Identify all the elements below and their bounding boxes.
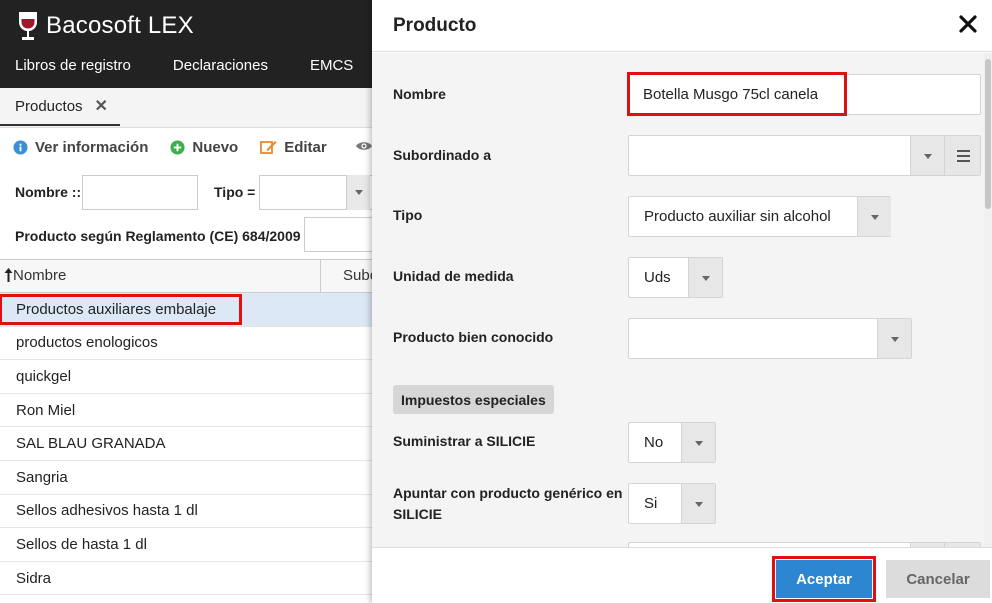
dialog-scrollbar[interactable] <box>984 53 992 547</box>
grid-header: Nombre Subo <box>0 259 378 293</box>
aceptar-button[interactable]: Aceptar <box>772 556 876 602</box>
subordinado-label: Subordinado a <box>393 147 491 163</box>
sort-up-arrow-icon <box>4 268 13 282</box>
row-label: quickgel <box>16 367 72 385</box>
table-row[interactable]: SAL BLAU GRANADA <box>0 427 372 461</box>
nombre-value: Botella Musgo 75cl canela <box>643 85 819 103</box>
brand[interactable]: Bacosoft LEX <box>16 10 194 42</box>
table-row[interactable]: Ron Miel <box>0 394 372 428</box>
unidad-value: Uds <box>644 269 671 286</box>
silicie-select[interactable]: No <box>628 422 716 463</box>
dialog-title: Producto <box>393 15 477 36</box>
table-row[interactable]: Productos auxiliares embalaje <box>0 293 372 327</box>
tab-bar: Productos ✕ <box>0 88 372 128</box>
tipo-label: Tipo <box>393 207 423 223</box>
nombre-label: Nombre <box>393 86 446 102</box>
cancelar-button[interactable]: Cancelar <box>886 560 990 598</box>
generico-label: Apuntar con producto genérico en SILICIE <box>393 485 623 522</box>
plus-icon <box>170 139 185 155</box>
nuevo-label: Nuevo <box>192 138 239 156</box>
nav-declaraciones[interactable]: Declaraciones <box>173 57 268 74</box>
silicie-label: Suministrar a SILICIE <box>393 433 536 449</box>
producto-dialog: Producto Nombre Botella Musgo 75cl canel… <box>372 0 992 603</box>
ver-informacion-button[interactable]: Ver información <box>13 139 148 156</box>
nav-emcs[interactable]: EMCS <box>310 57 353 74</box>
column-nombre[interactable]: Nombre <box>4 267 66 284</box>
hamburger-menu-icon[interactable] <box>944 136 980 175</box>
scrollbar-thumb[interactable] <box>985 59 991 209</box>
column-nombre-label: Nombre <box>13 267 67 284</box>
unidad-label: Unidad de medida <box>393 268 514 284</box>
column-subordinado[interactable]: Subo <box>320 260 378 293</box>
table-row[interactable]: productos enologicos <box>0 327 372 361</box>
nuevo-button[interactable]: Nuevo <box>170 139 238 156</box>
unidad-select[interactable]: Uds <box>628 257 723 298</box>
nav-libros-de-registro[interactable]: Libros de registro <box>15 57 131 74</box>
row-label: Productos auxiliares embalaje <box>0 293 243 325</box>
bien-conocido-select[interactable] <box>628 318 912 359</box>
wine-glass-logo-icon <box>19 12 37 40</box>
table-row[interactable]: Sangria <box>0 461 372 495</box>
filter-tipo-select[interactable] <box>259 175 379 210</box>
top-bar: Bacosoft LEX Libros de registro Declarac… <box>0 0 372 88</box>
filter-reglamento-label: Producto según Reglamento (CE) 684/2009 … <box>15 228 313 244</box>
table-row[interactable]: Sellos adhesivos hasta 1 dl <box>0 495 372 529</box>
app-title: Bacosoft LEX <box>46 12 194 39</box>
table-row[interactable]: quickgel <box>0 360 372 394</box>
bien-conocido-label: Producto bien conocido <box>393 329 554 345</box>
chevron-down-icon[interactable] <box>910 136 944 175</box>
tab-close-icon[interactable]: ✕ <box>95 96 108 116</box>
generico-value: Si <box>644 495 658 512</box>
edit-icon <box>260 139 277 155</box>
dialog-header: Producto <box>372 0 992 52</box>
subordinado-select[interactable] <box>628 135 981 176</box>
chevron-down-icon[interactable] <box>877 319 911 358</box>
tipo-select[interactable]: Producto auxiliar sin alcohol <box>628 196 891 237</box>
tipo-value: Producto auxiliar sin alcohol <box>644 208 831 225</box>
row-label: SAL BLAU GRANADA <box>16 435 166 453</box>
row-label: Sellos adhesivos hasta 1 dl <box>16 502 198 520</box>
filter-panel: Nombre :: Tipo = Producto según Reglamen… <box>0 170 384 260</box>
editar-button[interactable]: Editar <box>260 139 327 156</box>
tab-productos[interactable]: Productos ✕ <box>0 88 120 126</box>
impuestos-especiales-section: Impuestos especiales <box>393 385 554 414</box>
row-label: Sangria <box>16 468 68 486</box>
chevron-down-icon[interactable] <box>688 258 722 297</box>
editar-label: Editar <box>284 138 327 156</box>
ver-informacion-label: Ver información <box>35 138 149 156</box>
product-list: Productos auxiliares embalaje productos … <box>0 293 372 596</box>
filter-tipo-label: Tipo = <box>214 184 256 200</box>
filter-nombre-input[interactable] <box>82 175 198 210</box>
dialog-footer: Aceptar Cancelar <box>372 547 992 603</box>
row-label: Sellos de hasta 1 dl <box>16 535 147 553</box>
generico-select[interactable]: Si <box>628 483 716 524</box>
info-icon <box>13 139 28 155</box>
toolbar: Ver información Nuevo Editar <box>0 128 372 166</box>
close-icon[interactable] <box>958 14 978 34</box>
eye-icon[interactable] <box>355 139 373 155</box>
nombre-value-highlight: Botella Musgo 75cl canela <box>627 72 847 116</box>
chevron-down-icon[interactable] <box>681 484 715 523</box>
row-label: productos enologicos <box>16 334 158 352</box>
chevron-down-icon[interactable] <box>857 197 891 236</box>
tab-label: Productos <box>15 97 83 115</box>
silicie-value: No <box>644 434 664 451</box>
row-label: Sidra <box>16 569 52 587</box>
table-row[interactable]: Sidra <box>0 562 372 596</box>
chevron-down-icon[interactable] <box>346 175 370 210</box>
main-nav: Libros de registro Declaraciones EMCS <box>0 57 380 74</box>
filter-nombre-label: Nombre :: <box>15 184 82 200</box>
row-label: Ron Miel <box>16 401 76 419</box>
chevron-down-icon[interactable] <box>681 423 715 462</box>
dialog-body: Nombre Botella Musgo 75cl canela Subordi… <box>372 53 984 547</box>
table-row[interactable]: Sellos de hasta 1 dl <box>0 528 372 562</box>
